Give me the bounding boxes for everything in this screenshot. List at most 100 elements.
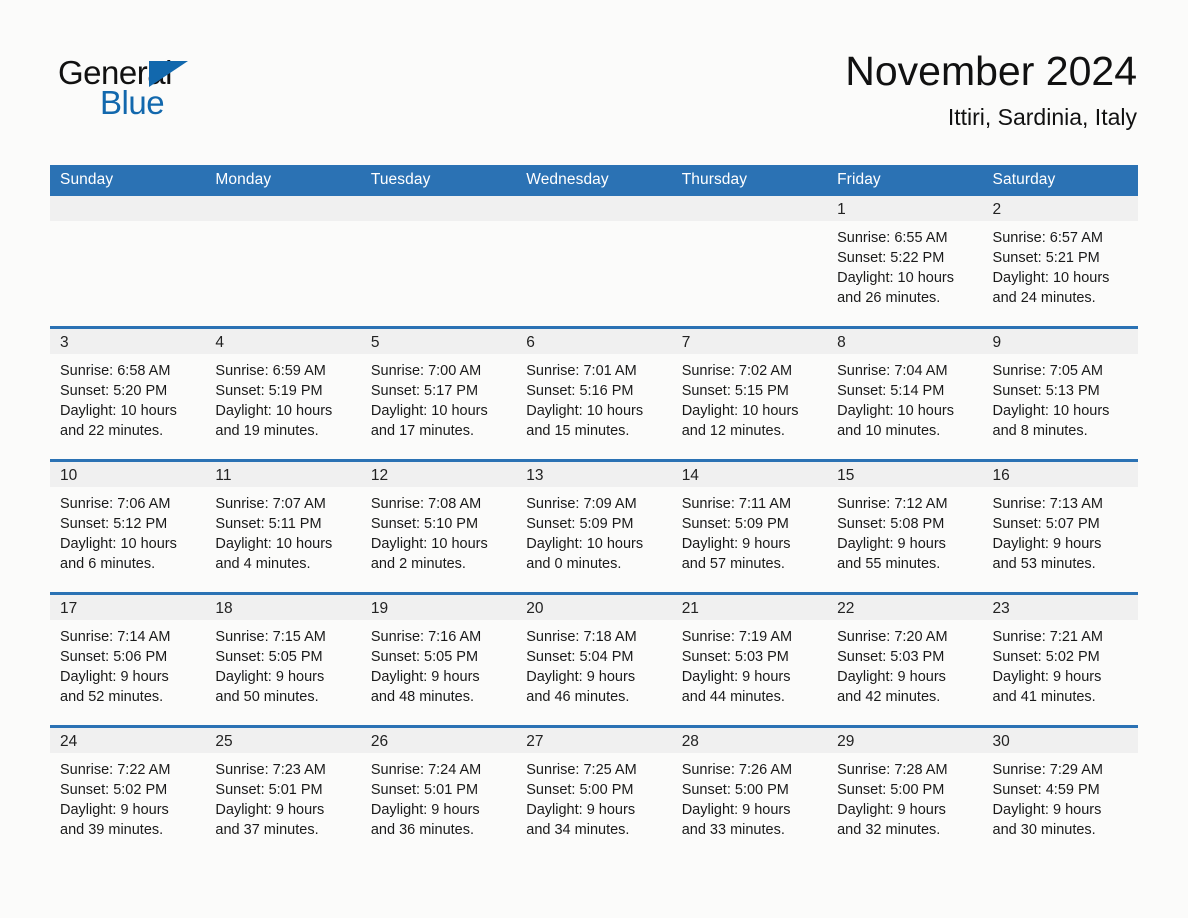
calendar-day-cell[interactable]: 6 Sunrise: 7:01 AM Sunset: 5:16 PM Daylight… — [516, 326, 672, 461]
daylight-text-line1: Daylight: 10 hours — [837, 270, 954, 286]
calendar-day-cell[interactable]: 25 Sunrise: 7:23 AM Sunset: 5:01 PM Dayligh… — [205, 725, 361, 858]
daylight-text-line1: Daylight: 9 hours — [60, 669, 169, 685]
sunset-text: Sunset: 4:59 PM — [992, 782, 1100, 798]
page-title: November 2024 — [845, 48, 1137, 94]
calendar-day-cell[interactable]: 22 Sunrise: 7:20 AM Sunset: 5:03 PM Dayligh… — [827, 592, 983, 727]
calendar-day-cell[interactable]: 28 Sunrise: 7:26 AM Sunset: 5:00 PM Dayligh… — [671, 725, 828, 858]
calendar-week-row: 3 Sunrise: 6:58 AM Sunset: 5:20 PM Daylight… — [50, 326, 1138, 461]
sunset-text: Sunset: 5:01 PM — [370, 782, 479, 798]
calendar-day-cell[interactable]: 18 Sunrise: 7:15 AM Sunset: 5:05 PM Dayligh… — [205, 592, 361, 727]
sunrise-text: Sunrise: 7:06 AM — [60, 496, 171, 512]
calendar-day-cell-empty — [671, 196, 828, 328]
daylight-text-line2: and 34 minutes. — [526, 822, 630, 838]
sunrise-text: Sunrise: 7:20 AM — [837, 629, 948, 645]
day-details: Sunrise: 7:05 AM Sunset: 5:13 PM Daylight:… — [983, 354, 1138, 441]
day-number: 17 — [50, 595, 206, 620]
day-number: 21 — [671, 595, 828, 620]
sunrise-text: Sunrise: 6:55 AM — [837, 230, 948, 246]
day-details: Sunrise: 6:55 AM Sunset: 5:22 PM Daylight:… — [827, 221, 982, 308]
day-details: Sunrise: 7:14 AM Sunset: 5:06 PM Daylight:… — [50, 620, 205, 707]
day-number: 8 — [827, 329, 983, 354]
calendar-day-cell[interactable]: 19 Sunrise: 7:16 AM Sunset: 5:05 PM Dayligh… — [360, 592, 517, 727]
daylight-text-line1: Daylight: 9 hours — [992, 802, 1102, 818]
calendar-day-cell[interactable]: 10 Sunrise: 7:06 AM Sunset: 5:12 PM Dayligh… — [50, 459, 206, 594]
calendar-day-cell[interactable]: 29 Sunrise: 7:28 AM Sunset: 5:00 PM Dayligh… — [827, 725, 983, 858]
calendar-day-cell-empty — [516, 196, 672, 328]
daylight-text-line2: and 19 minutes. — [215, 423, 319, 439]
sunset-text: Sunset: 5:21 PM — [992, 250, 1100, 266]
daylight-text-line2: and 50 minutes. — [215, 689, 319, 705]
day-details: Sunrise: 7:29 AM Sunset: 4:59 PM Daylight:… — [983, 753, 1138, 840]
calendar-day-cell[interactable]: 1 Sunrise: 6:55 AM Sunset: 5:22 PM Daylight… — [827, 196, 983, 328]
sunrise-text: Sunrise: 7:11 AM — [681, 496, 792, 512]
day-details: Sunrise: 7:13 AM Sunset: 5:07 PM Daylight:… — [983, 487, 1138, 574]
calendar-day-cell[interactable]: 27 Sunrise: 7:25 AM Sunset: 5:00 PM Dayligh… — [516, 725, 672, 858]
sunrise-text: Sunrise: 7:26 AM — [681, 762, 793, 778]
day-details: Sunrise: 7:09 AM Sunset: 5:09 PM Daylight:… — [516, 487, 671, 574]
weekday-header-wednesday: Wednesday — [516, 165, 672, 196]
day-details: Sunrise: 7:28 AM Sunset: 5:00 PM Daylight:… — [827, 753, 982, 840]
day-number: 29 — [827, 728, 983, 753]
calendar-day-cell[interactable]: 2 Sunrise: 6:57 AM Sunset: 5:21 PM Daylight… — [982, 196, 1138, 328]
calendar-day-cell[interactable]: 9 Sunrise: 7:05 AM Sunset: 5:13 PM Daylight… — [982, 326, 1138, 461]
sunset-text: Sunset: 5:01 PM — [215, 782, 323, 798]
day-number — [671, 196, 828, 221]
daylight-text-line1: Daylight: 10 hours — [992, 403, 1110, 419]
sunrise-text: Sunrise: 6:57 AM — [992, 230, 1103, 246]
calendar-day-cell[interactable]: 12 Sunrise: 7:08 AM Sunset: 5:10 PM Dayligh… — [360, 459, 517, 594]
day-details: Sunrise: 7:23 AM Sunset: 5:01 PM Daylight:… — [205, 753, 360, 840]
day-number: 6 — [516, 329, 672, 354]
day-details: Sunrise: 7:21 AM Sunset: 5:02 PM Daylight:… — [983, 620, 1138, 707]
calendar-day-cell[interactable]: 11 Sunrise: 7:07 AM Sunset: 5:11 PM Dayligh… — [205, 459, 361, 594]
calendar-day-cell[interactable]: 14 Sunrise: 7:11 AM Sunset: 5:09 PM Dayligh… — [671, 459, 828, 594]
calendar-day-cell[interactable]: 21 Sunrise: 7:19 AM Sunset: 5:03 PM Dayligh… — [671, 592, 828, 727]
day-details: Sunrise: 6:57 AM Sunset: 5:21 PM Daylight:… — [983, 221, 1138, 308]
sunrise-text: Sunrise: 7:08 AM — [370, 496, 482, 512]
calendar-day-cell[interactable]: 23 Sunrise: 7:21 AM Sunset: 5:02 PM Dayligh… — [982, 592, 1138, 727]
daylight-text-line1: Daylight: 9 hours — [681, 802, 791, 818]
day-details: Sunrise: 7:18 AM Sunset: 5:04 PM Daylight:… — [516, 620, 671, 707]
day-number — [360, 196, 517, 221]
calendar-day-cell[interactable]: 8 Sunrise: 7:04 AM Sunset: 5:14 PM Daylight… — [827, 326, 983, 461]
sunset-text: Sunset: 5:15 PM — [681, 383, 789, 399]
sunrise-text: Sunrise: 7:25 AM — [526, 762, 637, 778]
day-details: Sunrise: 7:12 AM Sunset: 5:08 PM Daylight:… — [827, 487, 982, 574]
day-number: 18 — [205, 595, 361, 620]
sunrise-text: Sunrise: 7:16 AM — [370, 629, 482, 645]
daylight-text-line1: Daylight: 10 hours — [837, 403, 954, 419]
day-number: 15 — [827, 462, 983, 487]
calendar-day-cell[interactable]: 26 Sunrise: 7:24 AM Sunset: 5:01 PM Dayligh… — [360, 725, 517, 858]
calendar-day-cell[interactable]: 16 Sunrise: 7:13 AM Sunset: 5:07 PM Dayligh… — [982, 459, 1138, 594]
daylight-text-line1: Daylight: 9 hours — [992, 536, 1102, 552]
calendar-day-cell[interactable]: 24 Sunrise: 7:22 AM Sunset: 5:02 PM Dayligh… — [50, 725, 206, 858]
calendar-day-cell[interactable]: 5 Sunrise: 7:00 AM Sunset: 5:17 PM Daylight… — [360, 326, 517, 461]
calendar-day-cell[interactable]: 20 Sunrise: 7:18 AM Sunset: 5:04 PM Dayligh… — [516, 592, 672, 727]
daylight-text-line1: Daylight: 9 hours — [370, 802, 480, 818]
calendar-table: Sunday Monday Tuesday Wednesday Thursday… — [50, 165, 1138, 858]
day-details: Sunrise: 7:15 AM Sunset: 5:05 PM Daylight:… — [205, 620, 360, 707]
day-number: 24 — [50, 728, 206, 753]
daylight-text-line2: and 33 minutes. — [681, 822, 785, 838]
sunset-text: Sunset: 5:03 PM — [681, 649, 789, 665]
daylight-text-line2: and 4 minutes. — [215, 556, 311, 572]
generalblue-logo[interactable]: General Blue — [50, 46, 250, 121]
day-details: Sunrise: 7:00 AM Sunset: 5:17 PM Daylight:… — [361, 354, 516, 441]
day-details: Sunrise: 6:58 AM Sunset: 5:20 PM Daylight:… — [50, 354, 205, 441]
daylight-text-line1: Daylight: 9 hours — [526, 669, 636, 685]
calendar-day-cell[interactable]: 30 Sunrise: 7:29 AM Sunset: 4:59 PM Dayligh… — [982, 725, 1138, 858]
daylight-text-line1: Daylight: 10 hours — [215, 403, 333, 419]
sunset-text: Sunset: 5:00 PM — [526, 782, 634, 798]
calendar-day-cell[interactable]: 15 Sunrise: 7:12 AM Sunset: 5:08 PM Dayligh… — [827, 459, 983, 594]
logo-text-blue: Blue — [100, 84, 165, 121]
daylight-text-line2: and 44 minutes. — [681, 689, 785, 705]
daylight-text-line1: Daylight: 10 hours — [992, 270, 1110, 286]
calendar-day-cell[interactable]: 13 Sunrise: 7:09 AM Sunset: 5:09 PM Dayligh… — [516, 459, 672, 594]
sunset-text: Sunset: 5:07 PM — [992, 516, 1100, 532]
calendar-day-cell[interactable]: 4 Sunrise: 6:59 AM Sunset: 5:19 PM Daylight… — [205, 326, 361, 461]
sunrise-text: Sunrise: 7:24 AM — [370, 762, 482, 778]
calendar-day-cell[interactable]: 17 Sunrise: 7:14 AM Sunset: 5:06 PM Dayligh… — [50, 592, 206, 727]
day-number — [50, 196, 206, 221]
calendar-day-cell[interactable]: 3 Sunrise: 6:58 AM Sunset: 5:20 PM Daylight… — [50, 326, 206, 461]
calendar-day-cell[interactable]: 7 Sunrise: 7:02 AM Sunset: 5:15 PM Daylight… — [671, 326, 828, 461]
day-number: 11 — [205, 462, 361, 487]
